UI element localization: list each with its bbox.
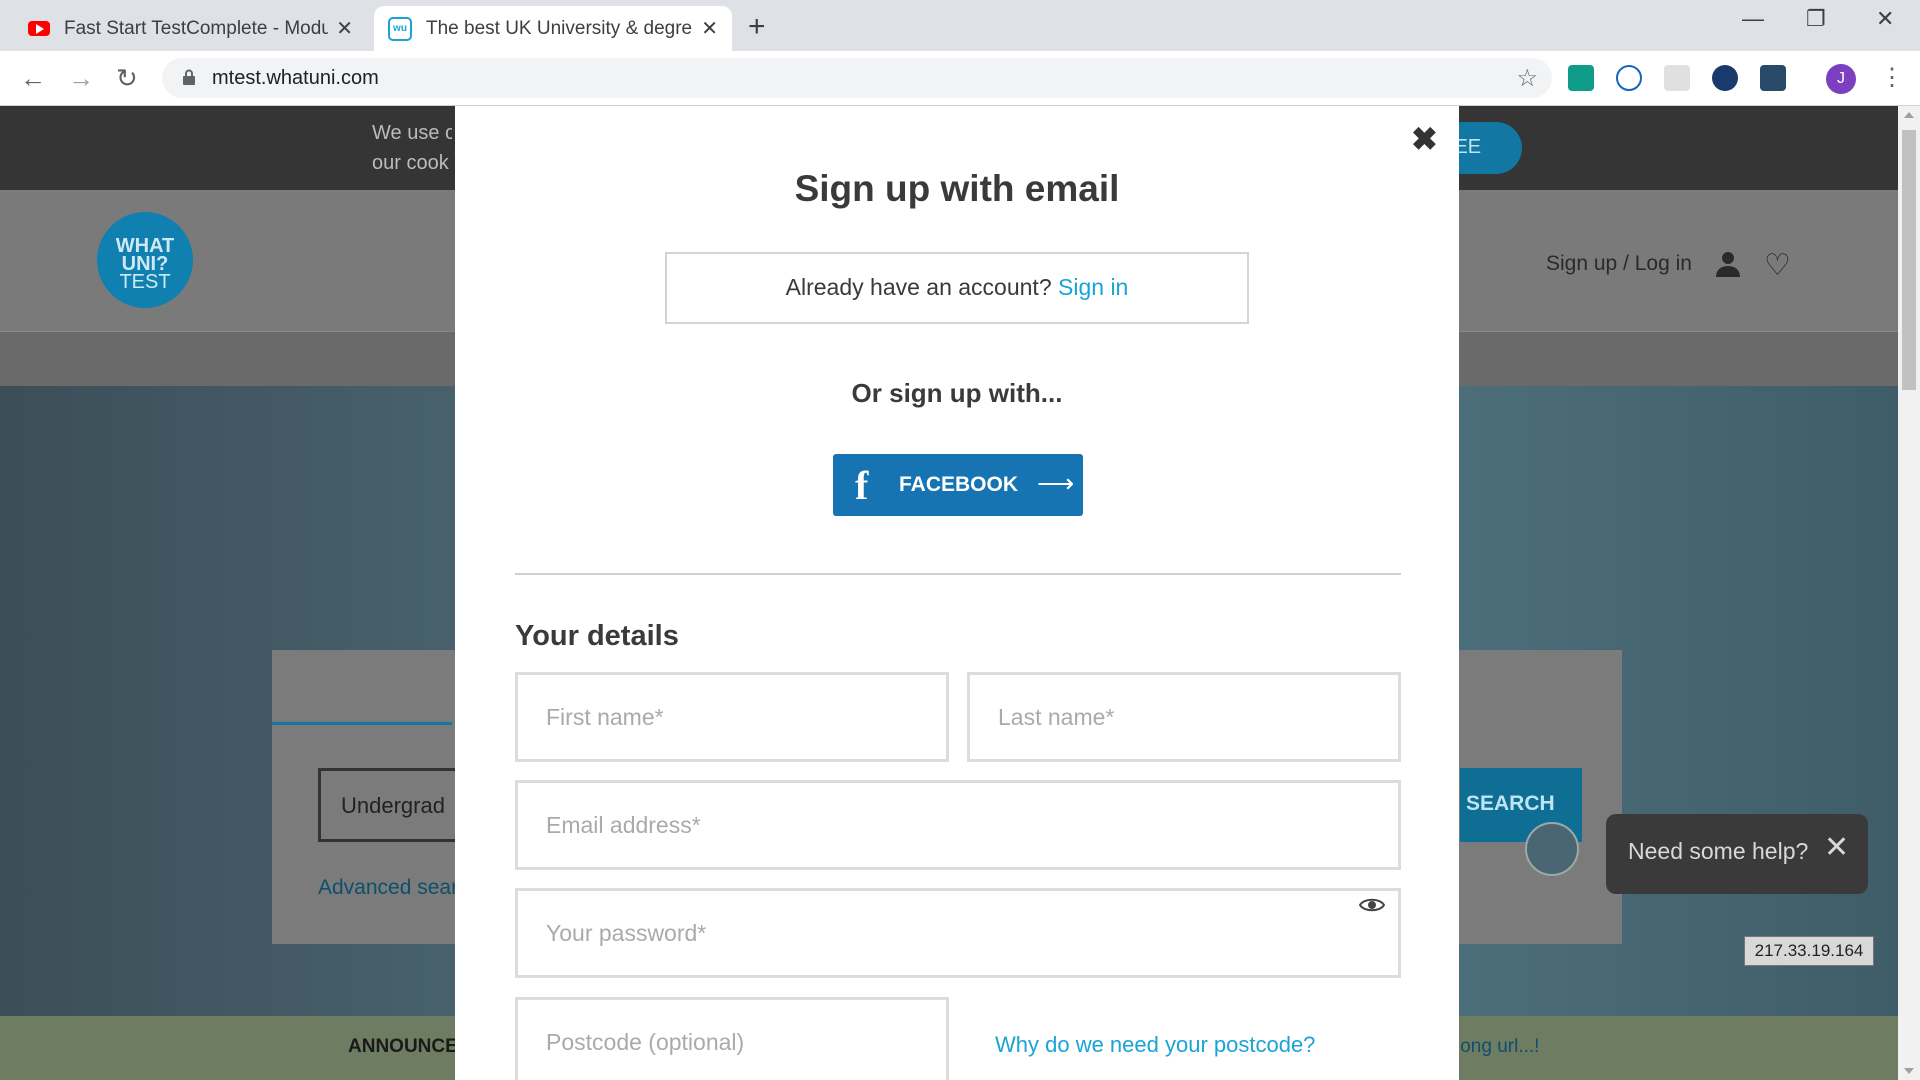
existing-account-box: Already have an account? Sign in xyxy=(665,252,1249,324)
scroll-up-arrow[interactable] xyxy=(1904,112,1914,118)
browser-tab-strip: Fast Start TestComplete - Module 3 - You… xyxy=(0,0,1920,51)
eye-icon[interactable] xyxy=(1359,896,1385,914)
heart-icon[interactable]: ♡ xyxy=(1764,248,1791,283)
or-sign-up-heading: Or sign up with... xyxy=(851,378,1063,408)
page-scrollbar[interactable] xyxy=(1898,106,1920,1080)
active-tab-indicator xyxy=(272,722,452,725)
extension-icon[interactable] xyxy=(1568,65,1594,91)
close-icon[interactable]: ✕ xyxy=(1824,830,1849,865)
facebook-label: FACEBOOK xyxy=(899,473,1019,496)
back-button[interactable]: ← xyxy=(20,63,46,94)
browser-toolbar: ← → ↻ mtest.whatuni.com ☆ J ⋮ xyxy=(0,51,1920,106)
postcode-placeholder: Postcode (optional) xyxy=(546,1028,745,1055)
account-prompt: Already have an account? xyxy=(785,274,1052,300)
user-icon[interactable] xyxy=(1714,250,1742,278)
extension-icon[interactable] xyxy=(1616,65,1642,91)
lock-icon xyxy=(183,69,195,85)
modal-title: Sign up with email xyxy=(794,168,1120,209)
advanced-search-link[interactable]: Advanced sear xyxy=(318,876,458,900)
tab-title: The best UK University & degree xyxy=(426,17,694,39)
extension-icon[interactable] xyxy=(1664,65,1690,91)
close-tab-icon[interactable]: ✕ xyxy=(336,16,353,41)
new-tab-button[interactable]: + xyxy=(748,10,766,44)
extension-icon[interactable] xyxy=(1760,65,1786,91)
whatuni-icon: wu xyxy=(388,16,412,41)
divider xyxy=(515,573,1401,575)
arrow-right-icon: ⟶ xyxy=(1037,468,1075,498)
announcement-label: ANNOUNCE xyxy=(348,1036,458,1057)
close-tab-icon[interactable]: ✕ xyxy=(701,16,718,41)
url-text: mtest.whatuni.com xyxy=(212,67,379,89)
signup-login-link[interactable]: Sign up / Log in xyxy=(1546,252,1692,276)
scroll-thumb[interactable] xyxy=(1902,130,1916,390)
tab-youtube[interactable]: Fast Start TestComplete - Module 3 - You… xyxy=(14,6,367,51)
tab-whatuni[interactable]: wu The best UK University & degree ✕ xyxy=(374,6,732,51)
ip-address-badge: 217.33.19.164 xyxy=(1744,936,1874,966)
help-chat-bubble[interactable]: Need some help? ✕ xyxy=(1606,814,1868,894)
email-field[interactable]: Email address* xyxy=(515,780,1401,870)
help-text: Need some help? xyxy=(1628,838,1809,864)
close-window-button[interactable]: ✕ xyxy=(1876,6,1894,32)
announcement-link[interactable]: long url...! xyxy=(1456,1036,1539,1058)
minimize-button[interactable]: — xyxy=(1742,6,1764,32)
chatbot-icon[interactable] xyxy=(1525,822,1579,876)
password-placeholder: Your password* xyxy=(546,919,707,946)
forward-button[interactable]: → xyxy=(68,63,94,94)
scroll-down-arrow[interactable] xyxy=(1904,1068,1914,1074)
last-name-placeholder: Last name* xyxy=(998,703,1115,730)
reload-button[interactable]: ↻ xyxy=(116,63,138,94)
password-field[interactable]: Your password* xyxy=(515,888,1401,978)
facebook-button[interactable]: f FACEBOOK ⟶ xyxy=(833,454,1083,516)
signup-modal: ✖ Sign up with email Already have an acc… xyxy=(455,106,1459,1080)
cookie-text: We use c our cook xyxy=(372,122,452,174)
facebook-icon: f xyxy=(855,463,869,508)
youtube-icon xyxy=(28,21,50,36)
extension-icon[interactable] xyxy=(1712,65,1738,91)
postcode-field[interactable]: Postcode (optional) xyxy=(515,997,949,1080)
first-name-placeholder: First name* xyxy=(546,703,664,730)
tab-title: Fast Start TestComplete - Module 3 - You… xyxy=(64,17,329,39)
email-placeholder: Email address* xyxy=(546,811,701,838)
last-name-field[interactable]: Last name* xyxy=(967,672,1401,762)
bookmark-star-icon[interactable]: ☆ xyxy=(1516,64,1538,93)
profile-avatar[interactable]: J xyxy=(1826,64,1856,94)
whatuni-logo[interactable]: WHAT UNI? TEST xyxy=(97,212,193,308)
restore-button[interactable]: ❐ xyxy=(1806,6,1826,32)
your-details-heading: Your details xyxy=(515,620,679,652)
first-name-field[interactable]: First name* xyxy=(515,672,949,762)
browser-menu-icon[interactable]: ⋮ xyxy=(1880,63,1904,92)
sign-in-link[interactable]: Sign in xyxy=(1058,274,1128,300)
postcode-why-link[interactable]: Why do we need your postcode? xyxy=(995,1032,1315,1058)
address-bar[interactable]: mtest.whatuni.com ☆ xyxy=(162,58,1552,98)
close-icon[interactable]: ✖ xyxy=(1411,120,1438,158)
